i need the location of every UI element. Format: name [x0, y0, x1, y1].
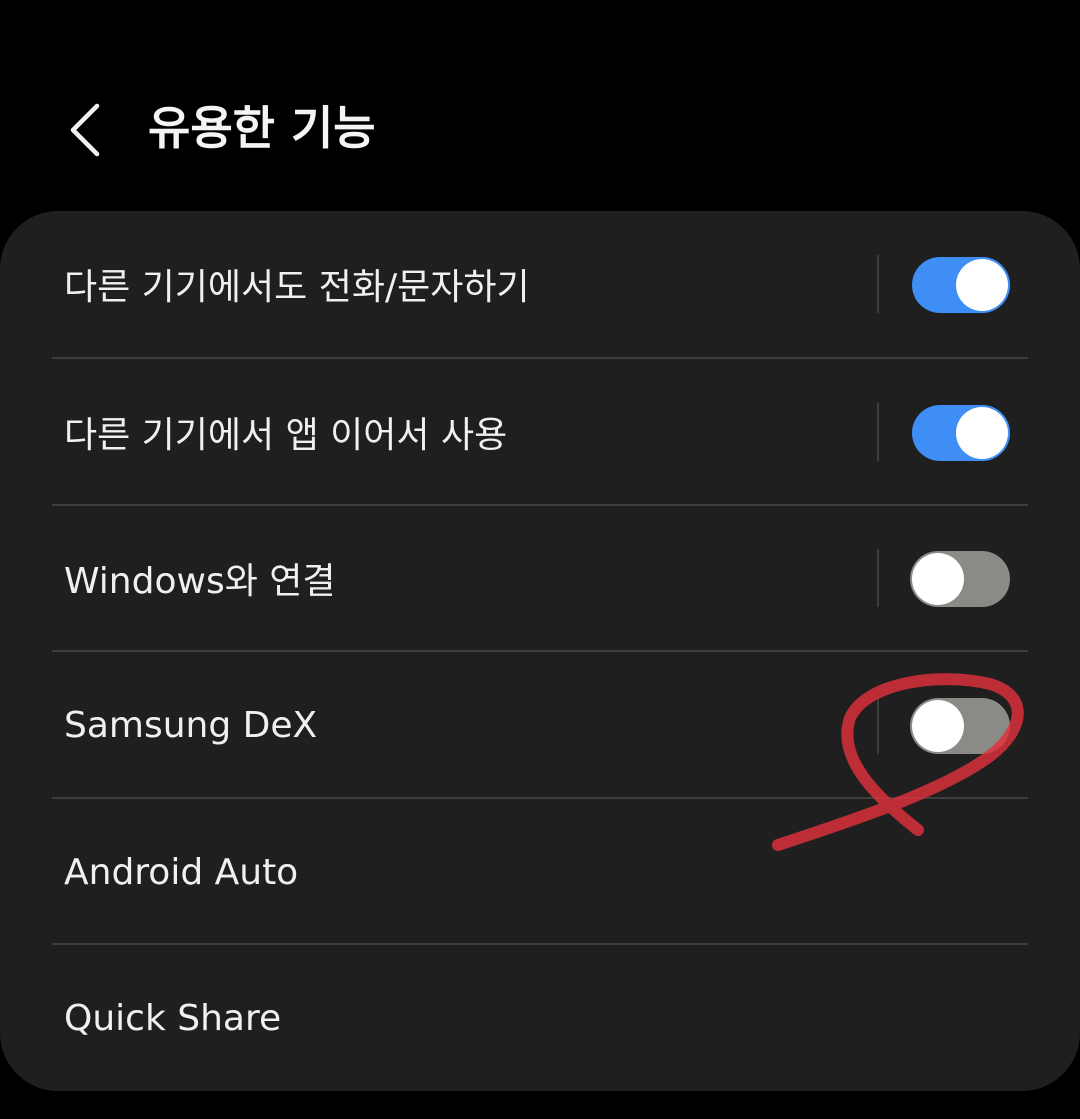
setting-label: 다른 기기에서 앱 이어서 사용 — [64, 415, 508, 456]
setting-label: Quick Share — [64, 997, 282, 1039]
setting-label: 다른 기기에서도 전화/문자하기 — [64, 267, 530, 308]
setting-label: Samsung DeX — [64, 704, 318, 746]
setting-row-continue-apps[interactable]: 다른 기기에서 앱 이어서 사용 — [0, 359, 1080, 505]
toggle-knob — [912, 553, 964, 605]
setting-row-call-text-other-devices[interactable]: 다른 기기에서도 전화/문자하기 — [0, 211, 1080, 357]
vertical-divider — [877, 696, 879, 754]
back-button[interactable] — [50, 90, 120, 170]
toggle-knob — [956, 407, 1008, 459]
settings-card: 다른 기기에서도 전화/문자하기 다른 기기에서 앱 이어서 사용 Window… — [0, 211, 1080, 1091]
samsung-dex-toggle[interactable] — [912, 698, 1010, 754]
call-text-toggle[interactable] — [912, 257, 1010, 313]
page-title: 유용한 기능 — [148, 101, 376, 155]
setting-row-samsung-dex[interactable]: Samsung DeX — [0, 652, 1080, 798]
toggle-knob — [956, 259, 1008, 311]
vertical-divider — [877, 549, 879, 607]
link-to-windows-toggle[interactable] — [912, 551, 1010, 607]
vertical-divider — [877, 403, 879, 461]
chevron-left-icon — [70, 103, 100, 157]
setting-label: Android Auto — [64, 851, 299, 893]
continue-apps-toggle[interactable] — [912, 405, 1010, 461]
setting-row-android-auto[interactable]: Android Auto — [0, 799, 1080, 945]
setting-row-link-to-windows[interactable]: Windows와 연결 — [0, 505, 1080, 651]
toggle-knob — [912, 700, 964, 752]
setting-label: Windows와 연결 — [64, 561, 336, 602]
app-header: 유용한 기능 — [0, 0, 1080, 210]
setting-row-quick-share[interactable]: Quick Share — [0, 945, 1080, 1091]
vertical-divider — [877, 255, 879, 313]
